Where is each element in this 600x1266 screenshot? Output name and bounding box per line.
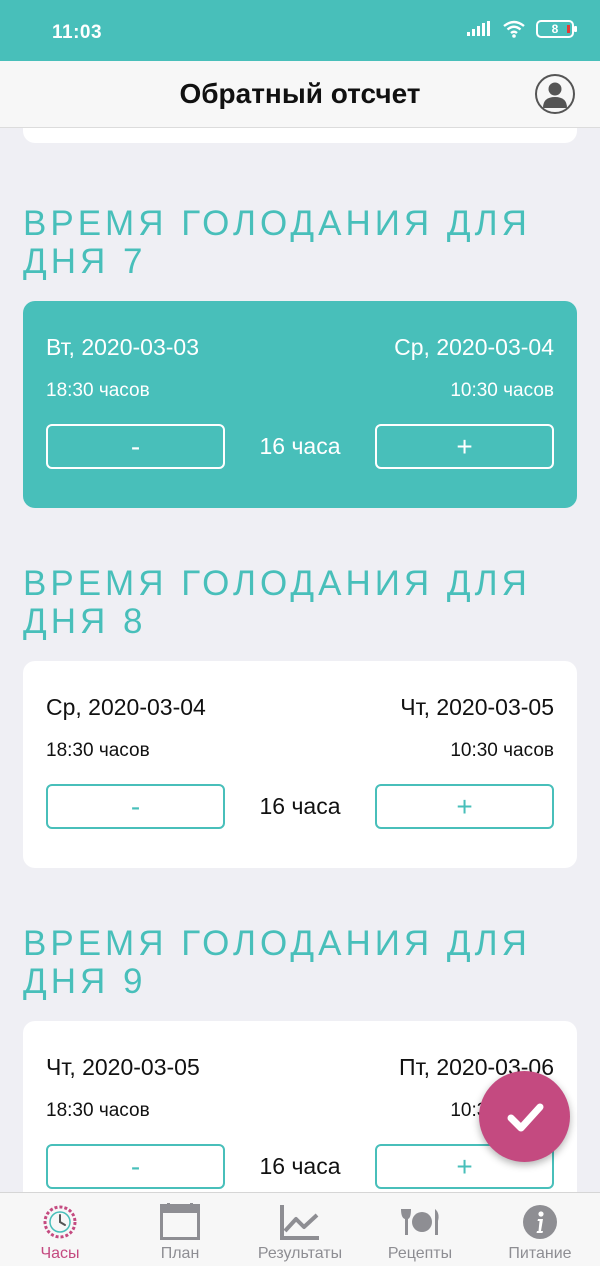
battery-icon: 8 [536, 20, 577, 38]
tab-recipes[interactable]: Рецепты [360, 1193, 480, 1266]
status-icons: 8 [466, 20, 577, 38]
confirm-button[interactable] [479, 1071, 570, 1162]
checkmark-icon [507, 1103, 543, 1131]
fasting-section-day-8: Время голодания для дня 8 Ср, 2020-03-04… [23, 565, 577, 868]
start-date: Чт, 2020-03-05 [46, 1054, 200, 1080]
cutlery-icon [401, 1209, 439, 1235]
end-date: Чт, 2020-03-05 [400, 694, 554, 720]
clock-icon [43, 1205, 77, 1239]
status-bar: 11:03 8 [0, 0, 600, 61]
increase-button[interactable]: + [375, 424, 554, 469]
fasting-section-day-7: Время голодания для дня 7 Вт, 2020-03-03… [23, 205, 577, 508]
tab-plan[interactable]: План [120, 1193, 240, 1266]
tab-label: Результаты [257, 1245, 343, 1262]
page-title: Обратный отсчет [179, 78, 421, 109]
tab-label: Рецепты [387, 1245, 453, 1262]
chart-icon [280, 1205, 319, 1240]
fasting-card: Ср, 2020-03-04 Чт, 2020-03-05 18:30 часо… [23, 661, 577, 868]
calendar-icon [160, 1203, 200, 1240]
user-icon [543, 82, 567, 108]
status-time: 11:03 [52, 22, 103, 43]
section-title: Время голодания для дня 8 [23, 564, 531, 641]
end-time: 10:30 часов [450, 740, 554, 761]
signal-icon [467, 21, 490, 36]
profile-button[interactable] [535, 74, 575, 114]
fasting-section-day-9: Время голодания для дня 9 Чт, 2020-03-05… [23, 925, 577, 1192]
tab-results[interactable]: Результаты [240, 1193, 360, 1266]
start-time: 18:30 часов [46, 1100, 150, 1121]
battery-low-indicator [567, 25, 570, 33]
start-time: 18:30 часов [46, 740, 150, 761]
tab-label: Часы [40, 1245, 80, 1262]
fasting-card: Вт, 2020-03-03 Ср, 2020-03-04 18:30 часо… [23, 301, 577, 508]
start-date: Ср, 2020-03-04 [46, 694, 206, 720]
countdown-list[interactable]: Время голодания для дня 7 Вт, 2020-03-03… [0, 128, 600, 1192]
battery-level: 8 [551, 22, 559, 36]
tab-label: Питание [508, 1245, 572, 1262]
section-title: Время голодания для дня 7 [23, 204, 531, 281]
app-bar: Обратный отсчет [0, 61, 600, 128]
info-icon [523, 1205, 557, 1239]
tab-label: План [160, 1245, 200, 1262]
previous-card [23, 128, 577, 143]
start-time: 18:30 часов [46, 380, 150, 401]
bottom-tab-bar: Часы План Результаты Рецепты Питание [0, 1192, 600, 1266]
section-title: Время голодания для дня 9 [23, 924, 531, 1001]
end-date: Ср, 2020-03-04 [394, 334, 554, 360]
wifi-icon [503, 20, 525, 38]
tab-clock[interactable]: Часы [0, 1193, 120, 1266]
increase-button[interactable]: + [375, 784, 554, 829]
end-time: 10:30 часов [450, 380, 554, 401]
start-date: Вт, 2020-03-03 [46, 334, 199, 360]
tab-nutrition[interactable]: Питание [480, 1193, 600, 1266]
